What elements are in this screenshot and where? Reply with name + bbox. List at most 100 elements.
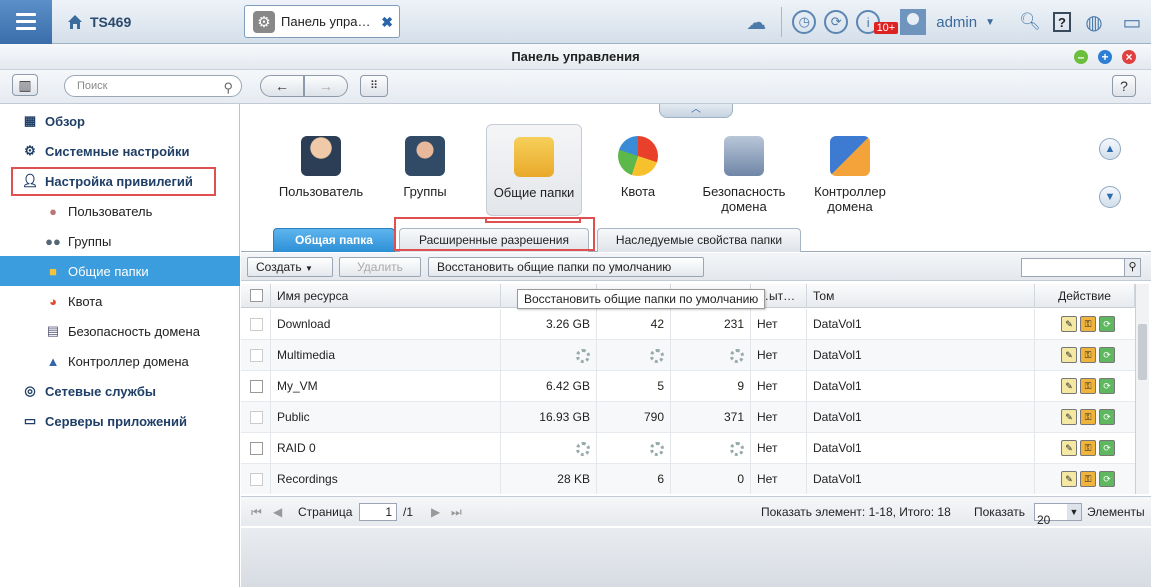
table-scrollbar[interactable]: [1135, 284, 1149, 494]
sidebar-item-domain-security[interactable]: ▤ Безопасность домена: [0, 316, 240, 346]
search-input[interactable]: Поиск ⚲: [64, 75, 242, 97]
select-all-checkbox[interactable]: [250, 289, 263, 302]
cell-hidden: Нет: [751, 309, 807, 340]
help-icon[interactable]: ?: [1053, 12, 1071, 32]
refresh-icon[interactable]: ⟳: [1099, 440, 1115, 456]
search-icon[interactable]: 🔍︎: [1015, 7, 1045, 37]
last-page-icon[interactable]: ⏭: [451, 505, 462, 520]
refresh-icon[interactable]: ⟳: [1099, 378, 1115, 394]
sidebar-item-groups[interactable]: ●● Группы: [0, 226, 240, 256]
scroll-down-icon[interactable]: ▼: [1099, 186, 1121, 208]
sidebar-toggle-icon[interactable]: ▥: [12, 74, 38, 96]
permissions-icon[interactable]: ⚿: [1080, 316, 1096, 332]
refresh-icon[interactable]: ⟳: [1099, 316, 1115, 332]
app-quota[interactable]: Квота: [590, 126, 686, 199]
restore-defaults-button[interactable]: Восстановить общие папки по умолчанию: [428, 257, 704, 277]
cloud-icon[interactable]: ☁: [741, 7, 771, 37]
edit-icon[interactable]: ✎: [1061, 347, 1077, 363]
permissions-icon[interactable]: ⚿: [1080, 378, 1096, 394]
scroll-up-icon[interactable]: ▲: [1099, 138, 1121, 160]
tooltip: Восстановить общие папки по умолчанию: [517, 289, 766, 309]
refresh-icon[interactable]: ⟳: [1099, 409, 1115, 425]
row-checkbox[interactable]: [250, 318, 263, 331]
cell-files: 231: [671, 309, 751, 340]
home-button[interactable]: TS469: [58, 0, 236, 44]
row-checkbox[interactable]: [250, 349, 263, 362]
row-checkbox[interactable]: [250, 473, 263, 486]
table-row[interactable]: Public 16.93 GB 790 371 Нет DataVol1 ✎ ⚿ ⟳: [241, 402, 1135, 433]
per-page-select[interactable]: 20 ▼: [1034, 503, 1082, 527]
username[interactable]: admin: [936, 14, 977, 31]
sidebar-item-shared-folders[interactable]: ■ Общие папки: [0, 256, 240, 286]
help-button[interactable]: ?: [1112, 75, 1136, 97]
sidebar-item-system[interactable]: ⚙ Системные настройки: [0, 136, 240, 166]
sidebar-item-network[interactable]: ◎ Сетевые службы: [0, 376, 240, 406]
cell-name: Public: [271, 402, 501, 433]
refresh-icon[interactable]: ⟳: [1099, 471, 1115, 487]
permissions-icon[interactable]: ⚿: [1080, 440, 1096, 456]
edit-icon[interactable]: ✎: [1061, 471, 1077, 487]
info-icon[interactable]: i 10+: [856, 10, 899, 34]
sidebar-item-apps[interactable]: ▭ Серверы приложений: [0, 406, 240, 436]
app-domain-controller[interactable]: Контроллер домена: [802, 126, 898, 214]
permissions-icon[interactable]: ⚿: [1080, 409, 1096, 425]
close-window-icon[interactable]: ×: [1122, 50, 1136, 64]
edit-icon[interactable]: ✎: [1061, 316, 1077, 332]
sidebar-item-overview[interactable]: ▦ Обзор: [0, 106, 240, 136]
edit-icon[interactable]: ✎: [1061, 378, 1077, 394]
table-row[interactable]: My_VM 6.42 GB 5 9 Нет DataVol1 ✎ ⚿ ⟳: [241, 371, 1135, 402]
app-users[interactable]: Пользователь: [273, 126, 369, 199]
table-row[interactable]: RAID 0 Нет DataVol1 ✎ ⚿ ⟳: [241, 433, 1135, 464]
close-icon[interactable]: ✖: [381, 14, 393, 31]
prev-page-icon[interactable]: ◀: [273, 505, 282, 519]
table-row[interactable]: Download 3.26 GB 42 231 Нет DataVol1 ✎ ⚿ ⟳: [241, 309, 1135, 340]
sync-icon[interactable]: ⟳: [824, 10, 849, 34]
maximize-icon[interactable]: +: [1098, 50, 1112, 64]
row-checkbox-cell: [241, 371, 271, 402]
page-input[interactable]: 1: [359, 503, 397, 521]
clock-icon[interactable]: ◷: [792, 10, 817, 34]
scrollbar-thumb[interactable]: [1138, 324, 1147, 380]
filter-input[interactable]: [1021, 258, 1125, 277]
forward-button[interactable]: →: [304, 75, 348, 97]
sidebar-item-domain-controller[interactable]: ▲ Контроллер домена: [0, 346, 240, 376]
loading-icon: [730, 441, 744, 456]
tab-control-panel[interactable]: ⚙ Панель упра… ✖: [244, 5, 400, 38]
cell-name: My_VM: [271, 371, 501, 402]
monitor-icon[interactable]: ▭: [1117, 7, 1147, 37]
row-checkbox[interactable]: [250, 442, 263, 455]
delete-button[interactable]: Удалить: [339, 257, 421, 277]
permissions-icon[interactable]: ⚿: [1080, 471, 1096, 487]
search-icon[interactable]: ⚲: [1124, 258, 1141, 277]
sidebar-item-users[interactable]: ● Пользователь: [0, 196, 240, 226]
globe-icon[interactable]: ◍: [1079, 7, 1109, 37]
header-checkbox-cell: [241, 284, 271, 308]
create-button[interactable]: Создать ▼: [247, 257, 333, 277]
first-page-icon[interactable]: ⏮: [251, 505, 262, 520]
minimize-icon[interactable]: –: [1074, 50, 1088, 64]
next-page-icon[interactable]: ▶: [431, 505, 440, 519]
refresh-icon[interactable]: ⟳: [1099, 347, 1115, 363]
permissions-icon[interactable]: ⚿: [1080, 347, 1096, 363]
table-row[interactable]: Recordings 28 KB 6 0 Нет DataVol1 ✎ ⚿ ⟳: [241, 464, 1135, 494]
collapse-icon[interactable]: ︿: [659, 104, 733, 118]
back-button[interactable]: ←: [260, 75, 304, 97]
row-checkbox[interactable]: [250, 380, 263, 393]
main-menu-button[interactable]: [0, 0, 52, 44]
table-row[interactable]: Multimedia Нет DataVol1 ✎ ⚿ ⟳: [241, 340, 1135, 371]
edit-icon[interactable]: ✎: [1061, 440, 1077, 456]
sidebar-item-quota[interactable]: ◕ Квота: [0, 286, 240, 316]
app-shared-folders[interactable]: Общие папки: [486, 124, 582, 216]
create-label: Создать: [256, 260, 302, 274]
chevron-down-icon[interactable]: ▼: [985, 17, 995, 28]
tab-inherited-properties[interactable]: Наследуемые свойства папки: [597, 228, 801, 252]
row-checkbox[interactable]: [250, 411, 263, 424]
header-name[interactable]: Имя ресурса: [271, 284, 501, 308]
app-domain-security[interactable]: Безопасность домена: [696, 126, 792, 214]
edit-icon[interactable]: ✎: [1061, 409, 1077, 425]
tab-shared-folder[interactable]: Общая папка: [273, 228, 395, 252]
app-groups[interactable]: Группы: [377, 126, 473, 199]
avatar[interactable]: [900, 9, 927, 35]
apps-grid-icon[interactable]: ⠿: [360, 75, 388, 97]
header-volume[interactable]: Том: [807, 284, 1035, 308]
